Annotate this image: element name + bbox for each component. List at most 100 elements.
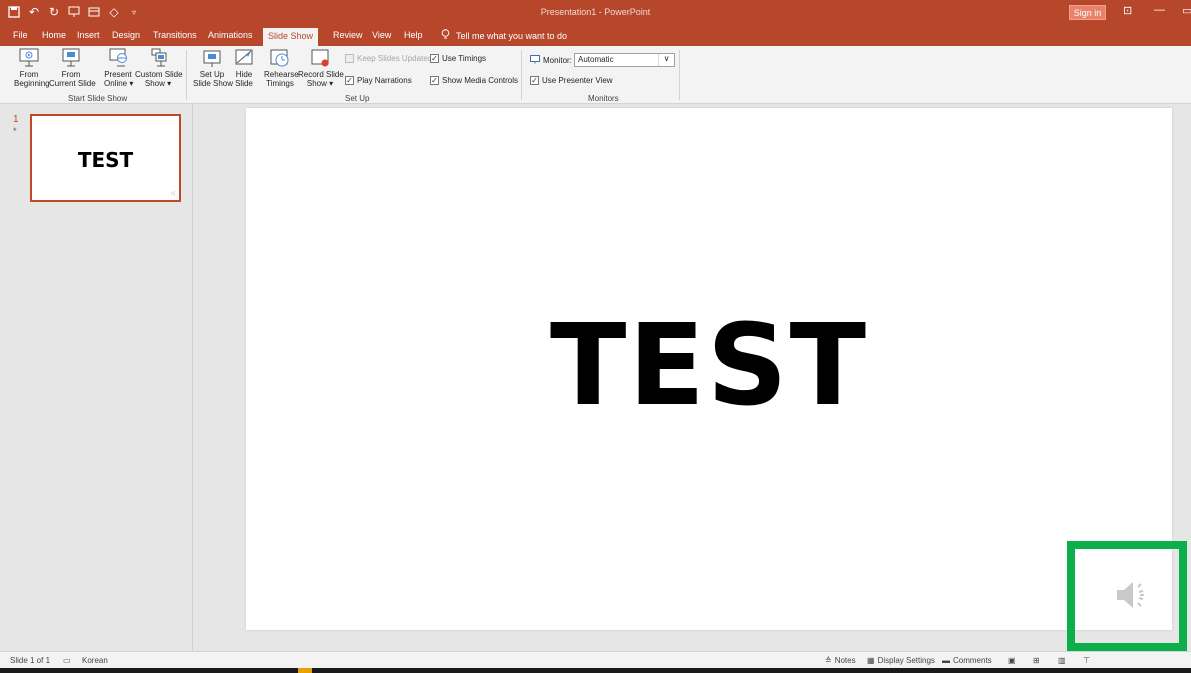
language-indicator[interactable]: Korean <box>82 656 108 665</box>
slide-count: Slide 1 of 1 <box>10 656 51 665</box>
chevron-down-icon: ∨ <box>658 54 674 66</box>
tab-view[interactable]: View <box>372 30 391 40</box>
tab-file[interactable]: File <box>13 30 28 40</box>
lightbulb-icon <box>441 29 450 42</box>
from-beginning-icon <box>18 48 40 68</box>
checkbox-checked: ✓ <box>530 76 539 85</box>
tab-slide-show[interactable]: Slide Show <box>263 28 319 46</box>
animation-star-icon: * <box>13 126 17 136</box>
checkbox-checked: ✓ <box>345 76 354 85</box>
monitor-label: Monitor: <box>543 56 572 65</box>
slide-title-text[interactable]: TEST <box>246 301 1172 431</box>
from-beginning-label: From Beginning <box>14 70 50 88</box>
checkbox-checked: ✓ <box>430 76 439 85</box>
taskbar-app-marker <box>298 668 312 673</box>
thumbnail-audio-icon: ◁ <box>170 191 175 197</box>
show-media-controls-checkbox[interactable]: ✓ Show Media Controls <box>430 76 518 85</box>
rehearse-timings-icon <box>269 48 291 68</box>
comments-button[interactable]: ▬ Comments <box>942 656 992 665</box>
hide-slide-button[interactable]: Hide Slide <box>233 48 255 88</box>
record-slide-show-icon <box>309 48 331 68</box>
show-media-controls-label: Show Media Controls <box>442 76 519 85</box>
reading-view-icon[interactable]: ▥ <box>1058 656 1066 665</box>
display-settings-label: Display Settings <box>877 656 935 665</box>
monitor-icon <box>530 55 540 66</box>
from-current-slide-button[interactable]: From Current Slide <box>49 48 96 88</box>
monitor-select[interactable]: Automatic ∨ <box>574 53 675 67</box>
custom-slide-show-button[interactable]: Custom Slide Show ▾ <box>135 48 183 88</box>
slide-show-view-icon[interactable]: ⊤ <box>1083 656 1090 665</box>
display-settings-button[interactable]: ▦ Display Settings <box>867 656 935 665</box>
present-online-icon <box>107 48 129 68</box>
highlight-box <box>1067 541 1187 651</box>
sign-in-button[interactable]: Sign in <box>1069 5 1106 20</box>
from-current-slide-icon <box>60 48 82 68</box>
set-up-group-label: Set Up <box>345 94 370 103</box>
play-narrations-label: Play Narrations <box>357 76 412 85</box>
rehearse-timings-button[interactable]: Rehearse Timings <box>264 48 299 88</box>
tab-home[interactable]: Home <box>42 30 66 40</box>
document-title: Presentation1 - PowerPoint <box>540 7 651 17</box>
monitors-group-label: Monitors <box>588 94 619 103</box>
tab-transitions[interactable]: Transitions <box>153 30 197 40</box>
notes-label: Notes <box>834 656 856 665</box>
from-beginning-button[interactable]: From Beginning <box>14 48 50 88</box>
set-up-slide-show-icon <box>201 48 223 68</box>
checkbox-checked: ✓ <box>430 54 439 63</box>
hide-slide-label: Hide Slide <box>235 70 253 88</box>
display-settings-icon: ▦ <box>867 656 875 665</box>
slide-sorter-icon[interactable]: ⊞ <box>1033 656 1040 665</box>
checkbox-box <box>345 54 354 63</box>
custom-slide-show-label: Custom Slide Show ▾ <box>135 70 183 88</box>
play-narrations-checkbox[interactable]: ✓ Play Narrations <box>345 76 412 85</box>
monitor-select-value: Automatic <box>578 55 614 64</box>
custom-slide-show-icon <box>147 48 169 68</box>
title-bar: ↶ ↻ ◇ ▿ Presentation1 - PowerPoint Sign … <box>0 0 1191 26</box>
set-up-slide-show-button[interactable]: Set Up Slide Show <box>193 48 234 88</box>
slide-thumbnail-pane: 1 * TEST ◁ <box>0 104 193 651</box>
tab-design[interactable]: Design <box>112 30 140 40</box>
ribbon-tabs: File Home Insert Design Transitions Anim… <box>0 26 1191 46</box>
use-presenter-view-label: Use Presenter View <box>542 76 613 85</box>
set-up-slide-show-label: Set Up Slide Show <box>193 70 234 88</box>
comments-icon: ▬ <box>942 656 950 665</box>
slide-canvas[interactable]: TEST <box>246 108 1172 630</box>
group-separator <box>679 50 680 100</box>
use-presenter-view-checkbox[interactable]: ✓ Use Presenter View <box>530 76 613 85</box>
thumbnail-text: TEST <box>77 148 134 172</box>
ribbon-display-options-icon[interactable]: ⊡ <box>1123 4 1132 17</box>
tab-animations[interactable]: Animations <box>208 30 253 40</box>
notes-button[interactable]: ≙ Notes <box>825 656 856 665</box>
from-current-slide-label: From Current Slide <box>49 70 96 88</box>
present-online-button[interactable]: Present Online ▾ <box>104 48 134 88</box>
tab-review[interactable]: Review <box>333 30 363 40</box>
keep-slides-updated-label: Keep Slides Updated <box>357 54 433 63</box>
tab-insert[interactable]: Insert <box>77 30 100 40</box>
thumbnail-number: 1 <box>13 114 19 125</box>
restore-icon[interactable]: ▭ <box>1182 4 1191 17</box>
hide-slide-icon <box>233 48 255 68</box>
ribbon: From Beginning From Current Slide Presen… <box>0 46 1191 104</box>
group-separator <box>186 50 187 100</box>
group-separator <box>521 50 522 100</box>
taskbar <box>0 668 1191 673</box>
spell-check-icon[interactable]: ▭ <box>63 656 71 665</box>
monitor-label-row: Monitor: <box>530 55 572 66</box>
status-bar: Slide 1 of 1 ▭ Korean ≙ Notes ▦ Display … <box>0 651 1191 668</box>
keep-slides-updated-checkbox[interactable]: Keep Slides Updated <box>345 54 432 63</box>
start-slide-show-group-label: Start Slide Show <box>68 94 128 103</box>
tab-help[interactable]: Help <box>404 30 423 40</box>
comments-label: Comments <box>953 656 992 665</box>
record-slide-show-label: Record Slide Show ▾ <box>298 70 344 88</box>
record-slide-show-button[interactable]: Record Slide Show ▾ <box>298 48 344 88</box>
slide-thumbnail[interactable]: TEST ◁ <box>30 114 181 202</box>
tell-me-text: Tell me what you want to do <box>456 30 568 41</box>
minimize-icon[interactable]: — <box>1154 4 1165 16</box>
tell-me-search[interactable]: Tell me what you want to do <box>441 29 567 42</box>
notes-icon: ≙ <box>825 656 832 665</box>
use-timings-checkbox[interactable]: ✓ Use Timings <box>430 54 486 63</box>
present-online-label: Present Online ▾ <box>104 70 134 88</box>
use-timings-label: Use Timings <box>442 54 487 63</box>
normal-view-icon[interactable]: ▣ <box>1008 656 1016 665</box>
rehearse-timings-label: Rehearse Timings <box>264 70 299 88</box>
